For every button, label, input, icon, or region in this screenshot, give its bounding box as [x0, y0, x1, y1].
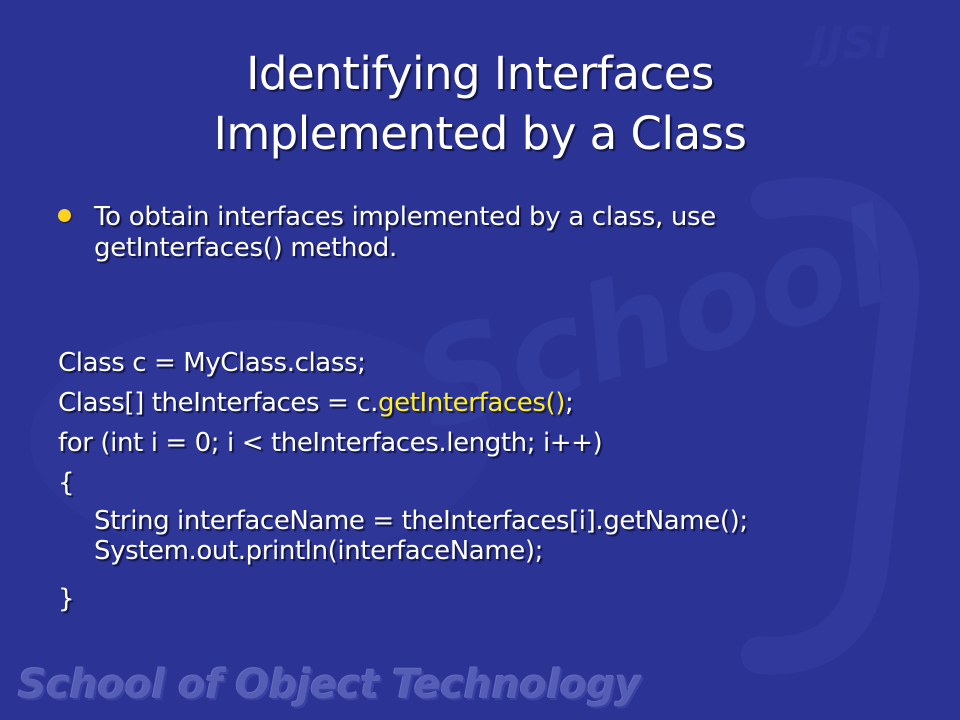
slide-title: Identifying Interfaces Implemented by a …	[0, 44, 960, 164]
code-line-4: {	[58, 468, 75, 498]
footer-logo-text: School of Object Technology	[18, 662, 641, 708]
code-line-1: Class c = MyClass.class;	[58, 348, 366, 378]
code-line-2-prefix: Class[] theInterfaces = c.	[58, 388, 379, 418]
code-line-2-suffix: ;	[564, 388, 574, 418]
code-highlight-getinterfaces: getInterfaces()	[378, 388, 565, 418]
bullet-line-2: getInterfaces() method.	[94, 233, 397, 263]
code-line-2: Class[] theInterfaces = c.getInterfaces(…	[58, 388, 574, 418]
code-line-5: String interfaceName = theInterfaces[i].…	[94, 506, 748, 536]
title-line-2: Implemented by a Class	[213, 107, 747, 160]
title-line-1: Identifying Interfaces	[246, 47, 714, 100]
slide: School JJSI Identifying Interfaces Imple…	[0, 0, 960, 720]
code-line-6: System.out.println(interfaceName);	[94, 536, 543, 566]
bullet-text: To obtain interfaces implemented by a cl…	[94, 202, 874, 264]
code-line-7: }	[58, 584, 75, 614]
bullet-dot-icon	[58, 209, 71, 222]
code-line-3: for (int i = 0; i < theInterfaces.length…	[58, 428, 603, 458]
bullet-line-1: To obtain interfaces implemented by a cl…	[94, 202, 716, 232]
